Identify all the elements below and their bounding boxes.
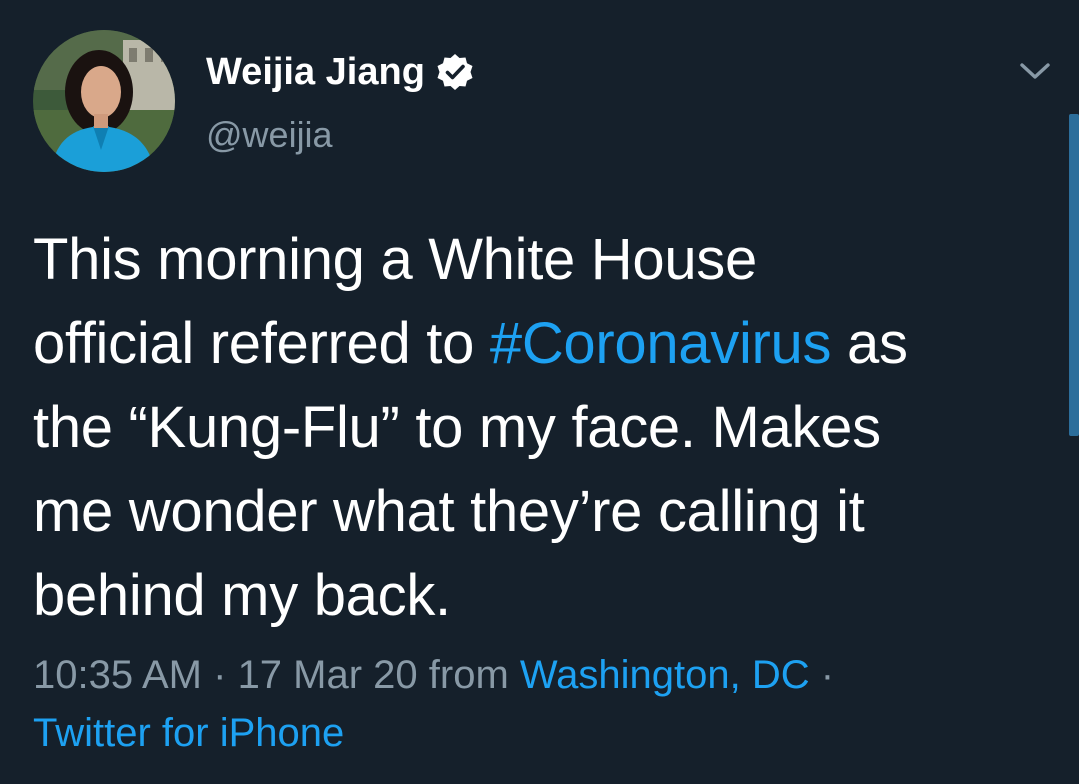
source-row: Twitter for iPhone bbox=[33, 704, 834, 762]
avatar-image bbox=[33, 30, 175, 172]
verified-badge-icon bbox=[435, 52, 475, 92]
tweet-text-line: the “Kung-Flu” to my face. Makes bbox=[33, 395, 881, 460]
display-name[interactable]: Weijia Jiang bbox=[206, 51, 425, 94]
tweet-text-line: This morning a White House bbox=[33, 227, 757, 292]
from-label: from bbox=[417, 653, 520, 697]
source-link[interactable]: Twitter for iPhone bbox=[33, 711, 344, 755]
tweet-text-line: behind my back. bbox=[33, 563, 451, 628]
meta-separator: · bbox=[809, 653, 835, 697]
tweet-metadata: 10:35 AM · 17 Mar 20 from Washington, DC… bbox=[33, 646, 834, 762]
tweet-card: Weijia Jiang @weijia This morning a Whit… bbox=[0, 0, 1079, 784]
tweet-text-segment: as bbox=[831, 311, 908, 376]
tweet-time[interactable]: 10:35 AM bbox=[33, 653, 202, 697]
scrollbar[interactable] bbox=[1069, 114, 1079, 436]
avatar[interactable] bbox=[33, 30, 175, 172]
author-handle[interactable]: @weijia bbox=[206, 114, 333, 156]
tweet-text-segment: official referred to bbox=[33, 311, 490, 376]
timestamp-row: 10:35 AM · 17 Mar 20 from Washington, DC… bbox=[33, 646, 834, 704]
tweet-text-line: me wonder what they’re calling it bbox=[33, 479, 865, 544]
location-link[interactable]: Washington, DC bbox=[520, 653, 810, 697]
meta-separator: · bbox=[202, 653, 238, 697]
tweet-text: This morning a White House official refe… bbox=[33, 218, 1053, 638]
tweet-text-line: official referred to #Coronavirus as bbox=[33, 302, 1053, 386]
author-row: Weijia Jiang bbox=[206, 44, 475, 100]
chevron-down-icon[interactable] bbox=[1014, 58, 1056, 84]
tweet-date[interactable]: 17 Mar 20 bbox=[238, 653, 418, 697]
hashtag-link[interactable]: #Coronavirus bbox=[490, 311, 832, 376]
